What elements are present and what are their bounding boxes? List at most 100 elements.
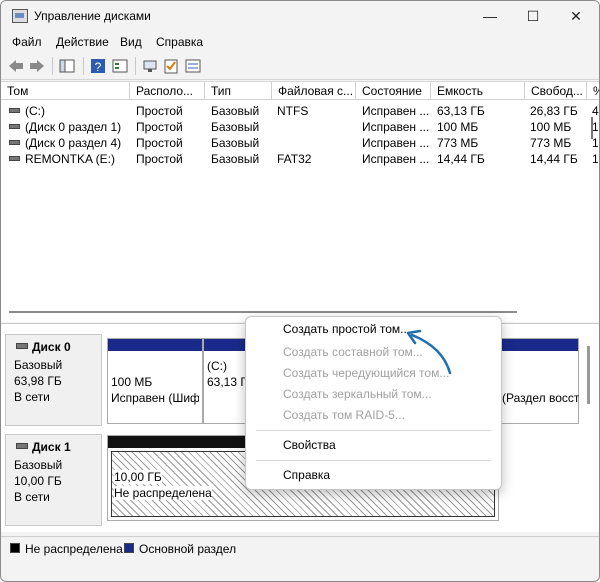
menu-view[interactable]: Вид	[120, 35, 142, 49]
disk-name: Диск 0	[32, 340, 71, 354]
toolbar-separator	[83, 57, 84, 75]
cell-capacity: 773 МБ	[437, 136, 479, 150]
menu-separator	[256, 460, 491, 461]
annotation-arrow-icon	[406, 329, 452, 375]
partition-color-bar	[204, 339, 248, 351]
table-row[interactable]: (Диск 0 раздел 1) Простой Базовый Исправ…	[1, 119, 599, 135]
cell-capacity: 63,13 ГБ	[437, 104, 485, 118]
column-header-filesystem[interactable]: Файловая с...	[272, 82, 356, 100]
partition-block[interactable]: 100 МБ Исправен (Шиф	[107, 338, 203, 424]
menu-action[interactable]: Действие	[56, 35, 109, 49]
partition-status: Исправен (Шиф	[111, 391, 199, 405]
volume-icon	[9, 108, 20, 113]
column-header-percent[interactable]: %	[587, 82, 599, 100]
cell-status: Исправен ...	[362, 136, 430, 150]
cell-free: 14,44 ГБ	[530, 152, 578, 166]
partition-size: 63,13 Г	[207, 375, 247, 389]
forward-icon[interactable]	[28, 57, 46, 75]
column-header-volume[interactable]: Том	[1, 82, 130, 100]
cell-status: Исправен ...	[362, 152, 430, 166]
help-icon[interactable]: ?	[89, 57, 107, 75]
cell-capacity: 14,44 ГБ	[437, 152, 485, 166]
toolbar-separator	[135, 57, 136, 75]
menu-create-mirrored-volume: Создать зеркальный том...	[283, 387, 432, 401]
legend-unallocated-label: Не распределена	[25, 542, 123, 556]
cell-layout: Простой	[136, 136, 183, 150]
disk-name: Диск 1	[32, 440, 71, 454]
menu-properties[interactable]: Свойства	[283, 438, 336, 452]
legend-unallocated-swatch	[10, 543, 20, 553]
cell-free: 26,83 ГБ	[530, 104, 578, 118]
properties-icon[interactable]	[111, 57, 129, 75]
column-header-status[interactable]: Состояние	[356, 82, 431, 100]
legend-bar: Не распределена Основной раздел	[1, 536, 599, 559]
window-title: Управление дисками	[34, 9, 151, 23]
disk-management-app-icon	[12, 9, 28, 23]
vertical-scrollbar[interactable]	[591, 117, 593, 139]
volume-icon	[9, 140, 20, 145]
cell-type: Базовый	[211, 136, 260, 150]
list-icon[interactable]	[184, 57, 202, 75]
cell-volume: (Диск 0 раздел 1)	[25, 120, 122, 134]
minimize-button[interactable]: —	[480, 6, 500, 26]
cell-free: 100 МБ	[530, 120, 572, 134]
cell-percent: 1	[592, 136, 599, 150]
menu-help[interactable]: Справка	[156, 35, 203, 49]
partition-block[interactable]: (Раздел восст	[499, 338, 579, 424]
partition-size: 100 МБ	[111, 375, 153, 389]
disk-status: В сети	[14, 490, 50, 504]
partition-block[interactable]: (C:) 63,13 Г	[203, 338, 249, 424]
table-row[interactable]: REMONTKA (E:) Простой Базовый FAT32 Испр…	[1, 151, 599, 167]
volume-list: Том Располо... Тип Файловая с... Состоян…	[1, 81, 599, 322]
cell-layout: Простой	[136, 152, 183, 166]
back-icon[interactable]	[7, 57, 25, 75]
cell-status: Исправен ...	[362, 120, 430, 134]
graph-vertical-scrollbar[interactable]	[587, 346, 590, 404]
disk-icon	[16, 343, 28, 349]
title-bar: Управление дисками — ☐ ✕	[1, 1, 599, 31]
cell-capacity: 100 МБ	[437, 120, 479, 134]
close-button[interactable]: ✕	[566, 6, 586, 26]
volume-icon	[9, 156, 20, 161]
cell-filesystem: NTFS	[277, 104, 309, 118]
toolbar: ?	[1, 53, 599, 80]
column-header-free[interactable]: Свобод...	[525, 82, 587, 100]
column-header-layout[interactable]: Располо...	[130, 82, 205, 100]
disk-status: В сети	[14, 390, 50, 404]
table-row[interactable]: (Диск 0 раздел 4) Простой Базовый Исправ…	[1, 135, 599, 151]
cell-type: Базовый	[211, 104, 260, 118]
partition-color-bar	[500, 339, 578, 351]
maximize-button[interactable]: ☐	[523, 6, 543, 26]
menu-file[interactable]: Файл	[12, 35, 42, 49]
partition-label: (C:)	[207, 359, 227, 373]
menu-create-raid5-volume: Создать том RAID-5...	[283, 408, 405, 422]
horizontal-scrollbar[interactable]	[9, 311, 517, 313]
console-tree-icon[interactable]	[58, 57, 76, 75]
menu-help-item[interactable]: Справка	[283, 468, 330, 482]
check-icon[interactable]	[162, 57, 180, 75]
cell-layout: Простой	[136, 104, 183, 118]
connect-icon[interactable]	[141, 57, 159, 75]
disk-size: 63,98 ГБ	[14, 374, 62, 388]
cell-percent: 1	[592, 152, 599, 166]
menu-separator	[256, 430, 491, 431]
legend-primary-swatch	[124, 543, 134, 553]
table-row[interactable]: (C:) Простой Базовый NTFS Исправен ... 6…	[1, 103, 599, 119]
cell-percent: 1	[592, 120, 599, 134]
column-header-capacity[interactable]: Емкость	[431, 82, 525, 100]
column-header-type[interactable]: Тип	[205, 82, 272, 100]
disk-size: 10,00 ГБ	[14, 474, 62, 488]
menu-create-simple-volume[interactable]: Создать простой том...	[283, 322, 410, 336]
unallocated-size: 10,00 ГБ	[114, 470, 162, 484]
disk-icon	[16, 443, 28, 449]
cell-type: Базовый	[211, 152, 260, 166]
cell-volume: REMONTKA (E:)	[25, 152, 116, 166]
disk-1-label[interactable]: Диск 1 Базовый 10,00 ГБ В сети	[5, 434, 102, 526]
cell-percent: 4	[592, 104, 599, 118]
menu-bar: Файл Действие Вид Справка	[1, 31, 599, 53]
disk-0-label[interactable]: Диск 0 Базовый 63,98 ГБ В сети	[5, 334, 102, 426]
cell-layout: Простой	[136, 120, 183, 134]
cell-filesystem: FAT32	[277, 152, 312, 166]
legend-primary-label: Основной раздел	[139, 542, 237, 556]
disk-management-window: Управление дисками — ☐ ✕ Файл Действие В…	[0, 0, 600, 582]
